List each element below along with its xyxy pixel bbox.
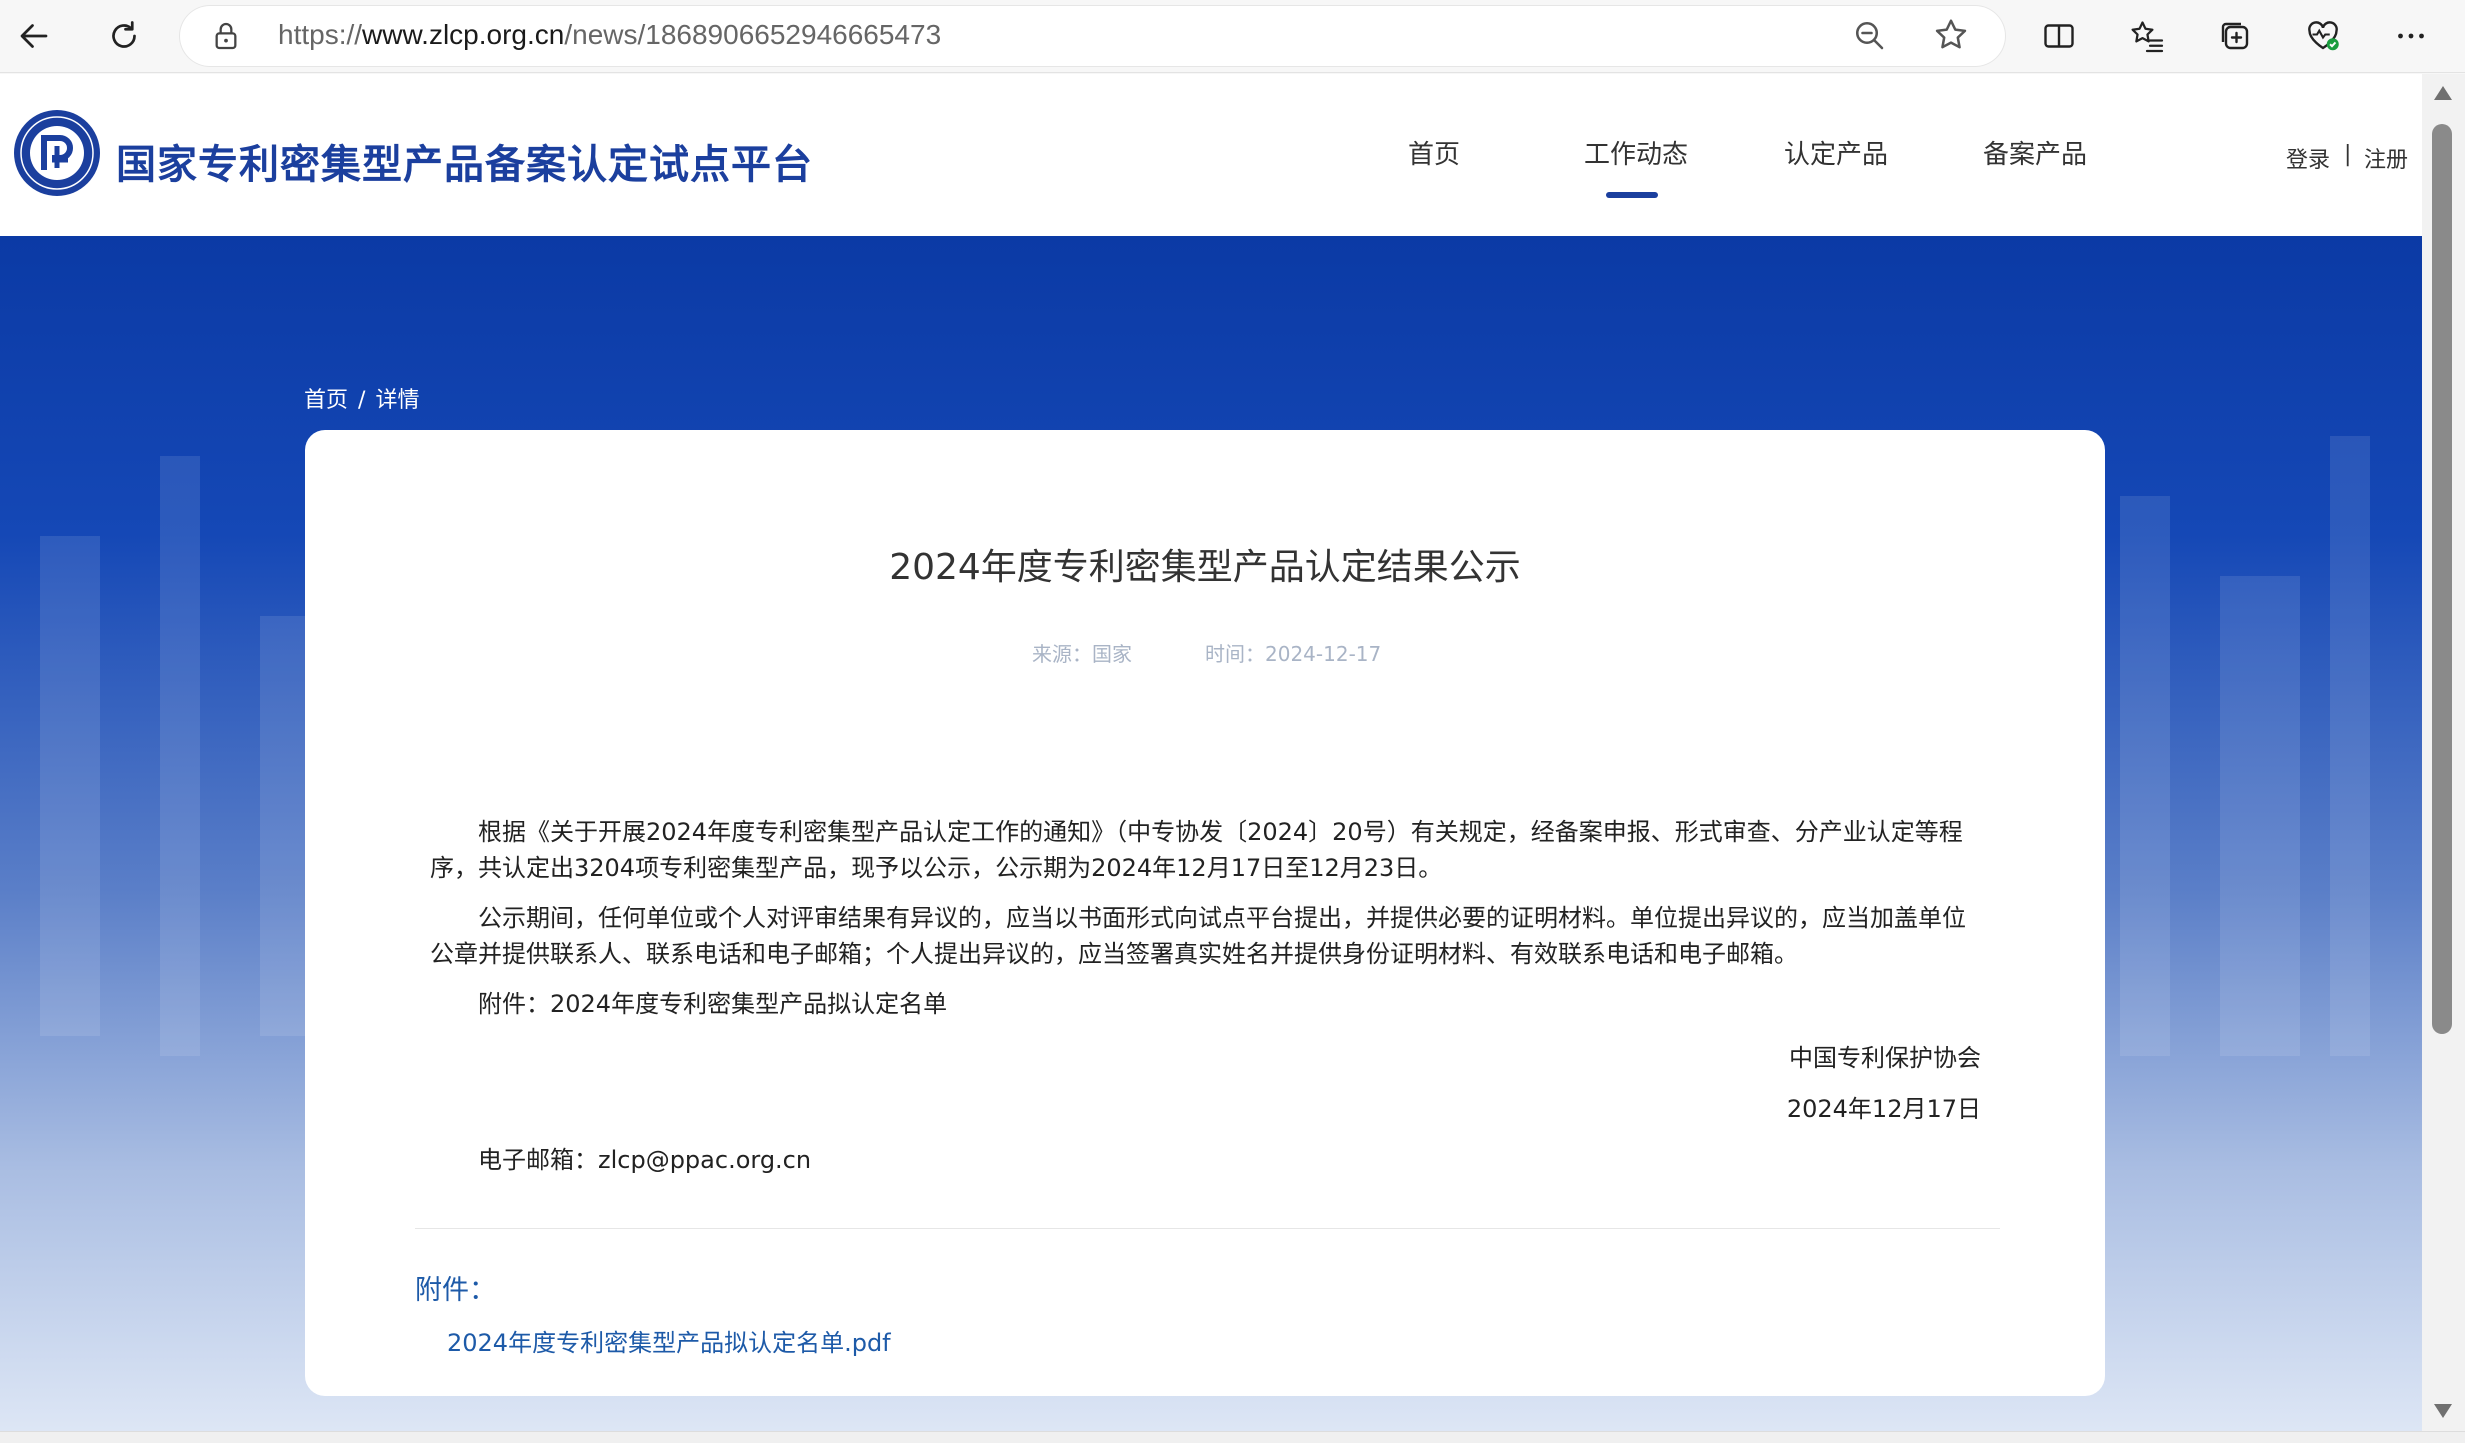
- breadcrumb: 首页 / 详情: [304, 382, 429, 414]
- page-scrollbar[interactable]: [2422, 74, 2465, 1431]
- article-card: 2024年度专利密集型产品认定结果公示 来源：国家 时间：2024-12-17 …: [305, 430, 2105, 1396]
- article-title: 2024年度专利密集型产品认定结果公示: [889, 547, 1521, 588]
- address-bar[interactable]: https://www.zlcp.org.cn/news/18689066529…: [180, 6, 2005, 66]
- nav-home[interactable]: 首页: [1408, 134, 1460, 171]
- attachment-link[interactable]: 2024年度专利密集型产品拟认定名单.pdf: [447, 1323, 891, 1358]
- favorite-star-icon[interactable]: [1932, 16, 1970, 54]
- refresh-button[interactable]: [98, 10, 150, 62]
- article-paragraph-3: 附件：2024年度专利密集型产品拟认定名单: [478, 990, 948, 1018]
- nav-certified-products[interactable]: 认定产品: [1784, 134, 1888, 171]
- browser-toolbar: https://www.zlcp.org.cn/news/18689066529…: [0, 0, 2465, 73]
- breadcrumb-current: 详情: [375, 388, 420, 413]
- scroll-down-arrow-icon[interactable]: [2434, 1404, 2452, 1418]
- scroll-thumb[interactable]: [2432, 124, 2452, 1034]
- browser-essentials-button[interactable]: [2297, 10, 2349, 62]
- scroll-up-arrow-icon[interactable]: [2434, 86, 2452, 100]
- login-link[interactable]: 登录: [2286, 142, 2330, 174]
- split-screen-button[interactable]: [2033, 10, 2085, 62]
- divider: [415, 1228, 2000, 1229]
- zoom-out-icon[interactable]: [1852, 18, 1888, 54]
- article-paragraph-2: 公示期间，任何单位或个人对评审结果有异议的，应当以书面形式向试点平台提出，并提供…: [430, 904, 1966, 968]
- site-header: 国家专利密集型产品备案认定试点平台 首页 工作动态 认定产品 备案产品 登录 |…: [0, 74, 2422, 236]
- window-bottom-edge: [0, 1431, 2465, 1443]
- contact-email: 电子邮箱：zlcp@ppac.org.cn: [478, 1146, 812, 1174]
- breadcrumb-separator: /: [358, 388, 366, 413]
- auth-separator: |: [2344, 142, 2352, 167]
- signature-org: 中国专利保护协会: [1789, 1044, 1981, 1072]
- back-button[interactable]: [8, 10, 60, 62]
- refresh-icon: [112, 21, 136, 48]
- split-screen-icon: [2044, 24, 2074, 48]
- breadcrumb-home[interactable]: 首页: [304, 388, 348, 413]
- signature-date: 2024年12月17日: [1786, 1095, 1981, 1123]
- more-menu-button[interactable]: [2385, 10, 2437, 62]
- lock-icon[interactable]: [210, 20, 242, 52]
- favorites-list-icon: [2131, 21, 2164, 53]
- url-text[interactable]: https://www.zlcp.org.cn/news/18689066529…: [278, 19, 941, 51]
- article-paragraph-1: 根据《关于开展2024年度专利密集型产品认定工作的通知》（中专协发〔2024〕2…: [430, 818, 1963, 882]
- more-dots-icon: [2398, 33, 2424, 39]
- site-title[interactable]: 国家专利密集型产品备案认定试点平台: [116, 132, 813, 190]
- register-link[interactable]: 注册: [2364, 142, 2408, 174]
- collections-button[interactable]: [2209, 10, 2261, 62]
- nav-active-indicator: [1606, 192, 1658, 198]
- nav-news[interactable]: 工作动态: [1584, 134, 1688, 171]
- article-time: 时间：2024-12-17: [1205, 642, 1382, 666]
- collections-icon: [2221, 22, 2249, 50]
- heart-pulse-icon: [2308, 21, 2339, 51]
- nav-filed-products[interactable]: 备案产品: [1983, 134, 2087, 171]
- favorites-button[interactable]: [2121, 10, 2173, 62]
- article-source: 来源：国家: [1032, 642, 1132, 666]
- site-logo[interactable]: [12, 108, 102, 198]
- attachments-label: 附件：: [415, 1275, 496, 1306]
- arrow-left-icon: [20, 24, 48, 48]
- page-viewport: 国家专利密集型产品备案认定试点平台 首页 工作动态 认定产品 备案产品 登录 |…: [0, 74, 2422, 1431]
